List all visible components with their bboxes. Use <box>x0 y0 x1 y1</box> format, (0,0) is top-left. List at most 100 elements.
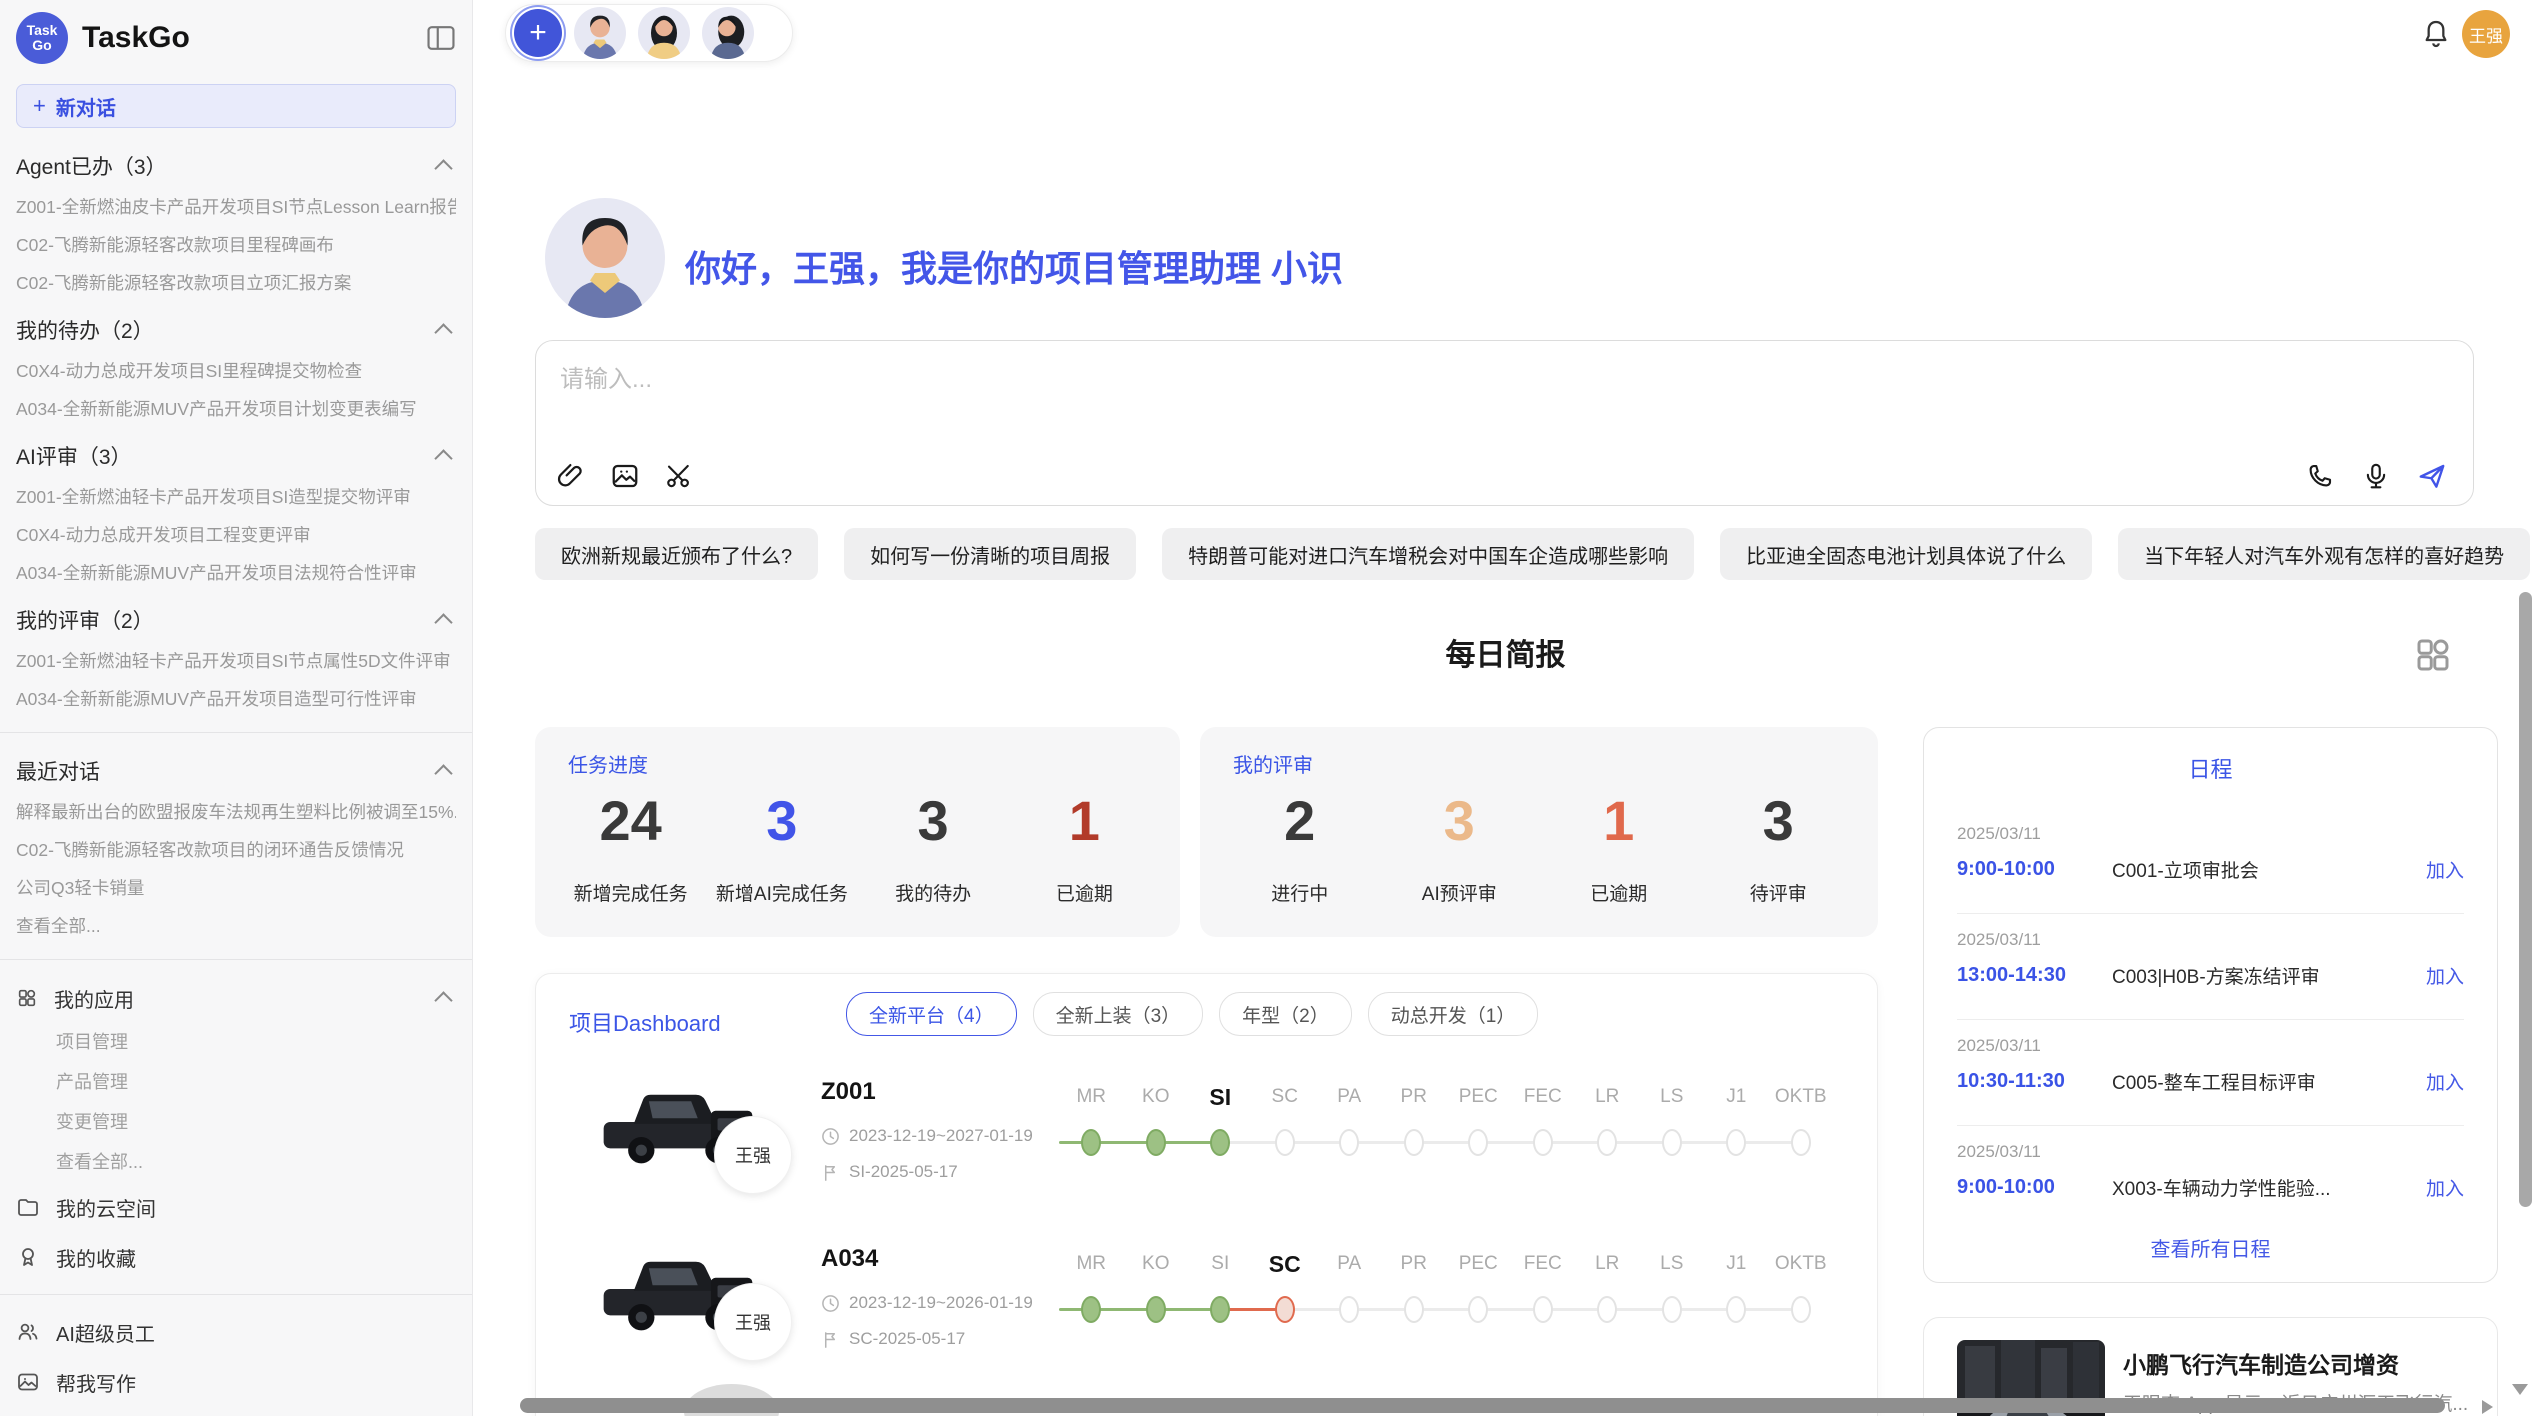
member-avatar-1[interactable] <box>574 7 626 59</box>
dashboard-tab[interactable]: 全新上装（3） <box>1033 992 1204 1036</box>
section-header[interactable]: 我的应用 <box>16 986 456 1010</box>
voice-call-icon[interactable] <box>2305 461 2335 491</box>
schedule-item: 2025/03/1113:00-14:30C003|H0B-方案冻结评审加入 <box>1957 914 2464 1020</box>
schedule-event-title: C001-立项审批会 <box>2112 856 2426 883</box>
member-avatar-2[interactable] <box>638 7 690 59</box>
app-subitem[interactable]: 查看全部... <box>56 1148 456 1170</box>
milestone-node <box>1662 1129 1682 1156</box>
schedule-date: 2025/03/11 <box>1957 1036 2464 1056</box>
notification-bell-icon[interactable] <box>2420 18 2452 50</box>
project-row[interactable]: 王强 Z001 2023-12-19~2027-01-19 SI-2025-05… <box>536 1074 1877 1249</box>
app-subitem[interactable]: 项目管理 <box>56 1028 456 1050</box>
sidebar-link-bookmark[interactable]: 我的收藏 <box>16 1244 456 1270</box>
milestone-track <box>1059 1293 1833 1327</box>
vertical-scrollbar-thumb[interactable] <box>2519 592 2532 1207</box>
user-avatar[interactable]: 王强 <box>2462 10 2510 58</box>
member-avatar-3[interactable] <box>702 7 754 59</box>
join-meeting-link[interactable]: 加入 <box>2426 962 2464 989</box>
project-dates: 2023-12-19~2026-01-19 <box>821 1293 1033 1313</box>
collapse-sidebar-icon[interactable] <box>426 25 456 51</box>
sidebar-item[interactable]: A034-全新新能源MUV产品开发项目计划变更表编写 <box>16 396 456 418</box>
microphone-icon[interactable] <box>2361 461 2391 491</box>
app-subitem[interactable]: 产品管理 <box>56 1068 456 1090</box>
milestone-node <box>1791 1129 1811 1156</box>
chat-input[interactable] <box>558 357 2442 431</box>
section-header[interactable]: 我的评审（2） <box>16 608 456 632</box>
sidebar-link-image[interactable]: 帮我写作 <box>16 1369 456 1395</box>
sidebar-link-people[interactable]: AI超级员工 <box>16 1319 456 1345</box>
section-title-wrap: Agent已办（3） <box>16 151 167 181</box>
image-upload-icon[interactable] <box>610 461 640 491</box>
sidebar-link-label: 帮我写作 <box>56 1368 456 1397</box>
people-icon <box>16 1320 40 1344</box>
suggestion-chip[interactable]: 特朗普可能对进口汽车增税会对中国车企造成哪些影响 <box>1162 528 1694 580</box>
dashboard-tab[interactable]: 全新平台（4） <box>846 992 1017 1036</box>
sidebar-item[interactable]: C02-飞腾新能源轻客改款项目立项汇报方案 <box>16 270 456 292</box>
chevron-up-icon[interactable] <box>434 613 452 631</box>
sidebar-item[interactable]: C02-飞腾新能源轻客改款项目里程碑画布 <box>16 232 456 254</box>
milestone-label: J1 <box>1704 1249 1769 1279</box>
chevron-up-icon[interactable] <box>434 159 452 177</box>
recent-chat-item[interactable]: 查看全部... <box>16 913 456 935</box>
task-progress-title: 任务进度 <box>568 749 648 778</box>
milestone-label: PEC <box>1446 1082 1511 1112</box>
milestone-label: SC <box>1253 1082 1318 1112</box>
schedule-event-title: C005-整车工程目标评审 <box>2112 1068 2426 1095</box>
section-title: 我的待办（2） <box>16 315 154 345</box>
recent-chat-item[interactable]: C02-飞腾新能源轻客改款项目的闭环通告反馈情况 <box>16 837 456 859</box>
chevron-up-icon[interactable] <box>434 449 452 467</box>
section-header[interactable]: 最近对话 <box>16 759 456 783</box>
join-meeting-link[interactable]: 加入 <box>2426 1068 2464 1095</box>
join-meeting-link[interactable]: 加入 <box>2426 856 2464 883</box>
suggestion-chip[interactable]: 当下年轻人对汽车外观有怎样的喜好趋势 <box>2118 528 2530 580</box>
join-meeting-link[interactable]: 加入 <box>2426 1174 2464 1201</box>
view-all-schedule-link[interactable]: 查看所有日程 <box>1924 1233 2497 1262</box>
sidebar-item[interactable]: C0X4-动力总成开发项目SI里程碑提交物检查 <box>16 358 456 380</box>
attachment-icon[interactable] <box>556 461 586 491</box>
send-icon[interactable] <box>2417 461 2447 491</box>
new-chat-label: 新对话 <box>56 92 116 121</box>
stat-label: 进行中 <box>1220 879 1380 906</box>
briefing-stat: 3待评审 <box>1699 789 1859 906</box>
suggestion-chip[interactable]: 欧洲新规最近颁布了什么? <box>535 528 818 580</box>
sidebar-link-label: 我的收藏 <box>56 1243 456 1272</box>
scroll-down-arrow[interactable] <box>2512 1384 2528 1395</box>
sidebar-item[interactable]: Z001-全新燃油轻卡产品开发项目SI节点属性5D文件评审 <box>16 648 456 670</box>
horizontal-scrollbar-thumb[interactable] <box>520 1398 2445 1413</box>
stat-value: 1 <box>1539 789 1699 853</box>
sidebar-section: Agent已办（3） Z001-全新燃油皮卡产品开发项目SI节点Lesson Le… <box>16 154 456 292</box>
sidebar-item[interactable]: Z001-全新燃油皮卡产品开发项目SI节点Lesson Learn报告 <box>16 194 456 216</box>
section-header[interactable]: AI评审（3） <box>16 444 456 468</box>
section-title: 最近对话 <box>16 756 100 786</box>
dashboard-tab[interactable]: 动总开发（1） <box>1368 992 1539 1036</box>
recent-chat-item[interactable]: 解释最新出台的欧盟报废车法规再生塑料比例被调至15%... <box>16 799 456 821</box>
section-title-wrap: 我的应用 <box>16 984 134 1013</box>
screenshot-scissors-icon[interactable] <box>664 461 694 491</box>
milestone-node <box>1081 1129 1101 1156</box>
sidebar-item[interactable]: A034-全新新能源MUV产品开发项目法规符合性评审 <box>16 560 456 582</box>
dashboard-tab[interactable]: 年型（2） <box>1219 992 1352 1036</box>
sidebar-item[interactable]: C0X4-动力总成开发项目工程变更评审 <box>16 522 456 544</box>
section-header[interactable]: 我的待办（2） <box>16 318 456 342</box>
sidebar-link-folder[interactable]: 我的云空间 <box>16 1194 456 1220</box>
new-chat-button[interactable]: + 新对话 <box>16 84 456 128</box>
add-agent-button[interactable]: + <box>514 9 562 57</box>
chevron-up-icon[interactable] <box>434 764 452 782</box>
suggestion-chip[interactable]: 如何写一份清晰的项目周报 <box>844 528 1136 580</box>
chevron-up-icon[interactable] <box>434 323 452 341</box>
section-title: AI评审（3） <box>16 441 132 471</box>
briefing-layout-icon[interactable] <box>2412 634 2454 676</box>
owner-name: 王强 <box>735 1142 771 1168</box>
app-subitem[interactable]: 变更管理 <box>56 1108 456 1130</box>
milestone-label: LR <box>1575 1249 1640 1279</box>
sidebar-item[interactable]: Z001-全新燃油轻卡产品开发项目SI造型提交物评审 <box>16 484 456 506</box>
agent-switcher: + <box>505 4 793 62</box>
logo-text-top: Task <box>27 23 58 38</box>
suggestion-chip[interactable]: 比亚迪全固态电池计划具体说了什么 <box>1720 528 2092 580</box>
chevron-up-icon[interactable] <box>434 991 452 1009</box>
section-header[interactable]: Agent已办（3） <box>16 154 456 178</box>
task-progress-stats: 24新增完成任务3新增AI完成任务3我的待办1已逾期 <box>555 789 1160 906</box>
sidebar-item[interactable]: A034-全新新能源MUV产品开发项目造型可行性评审 <box>16 686 456 708</box>
scroll-right-arrow[interactable] <box>2482 1400 2493 1414</box>
recent-chat-item[interactable]: 公司Q3轻卡销量 <box>16 875 456 897</box>
